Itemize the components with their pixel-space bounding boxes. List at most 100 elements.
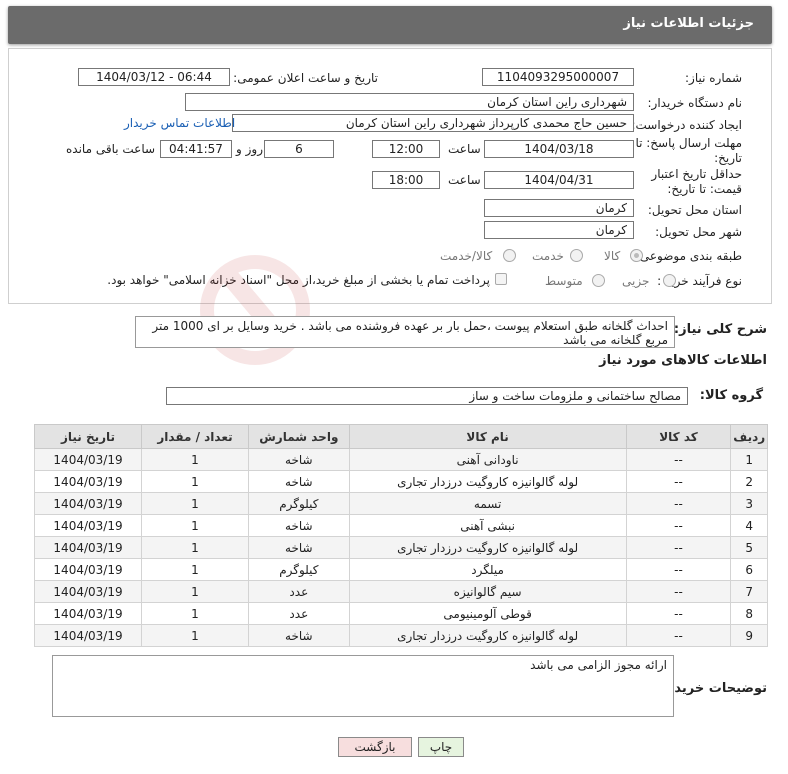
cell-unit: کیلوگرم: [247, 558, 350, 581]
deadline-date-field[interactable]: 1404/03/18: [484, 140, 634, 158]
cell-qty: 1: [141, 580, 249, 603]
deadline-time-label: ساعت: [448, 142, 481, 156]
description-textarea[interactable]: احداث گلخانه طبق استعلام پیوست ،حمل بار …: [135, 316, 675, 348]
cell-date: 1404/03/19: [33, 580, 143, 603]
cell-name: لوله گالوانیزه کاروگیت درزدار تجاری: [348, 470, 627, 493]
print-button[interactable]: چاپ: [418, 737, 464, 757]
province-field[interactable]: کرمان: [484, 199, 634, 217]
cell-index: 2: [730, 470, 768, 493]
page-header: جزئیات اطلاعات نیاز: [8, 6, 772, 44]
cell-unit: شاخه: [247, 514, 350, 537]
city-field[interactable]: کرمان: [484, 221, 634, 239]
category-service-radio[interactable]: [570, 249, 583, 262]
deadline-time-field[interactable]: 12:00: [372, 140, 440, 158]
category-both-label: کالا/خدمت: [440, 249, 493, 263]
cell-unit: شاخه: [247, 536, 350, 559]
cell-qty: 1: [141, 536, 249, 559]
cell-code: --: [625, 624, 732, 647]
cell-name: تسمه: [348, 492, 627, 515]
purchase-minor-label: جزیی: [622, 274, 650, 288]
cell-name: سیم گالوانیزه: [348, 580, 627, 603]
description-label: شرح کلی نیاز:: [673, 322, 767, 337]
need-number-label: شماره نیاز:: [685, 71, 742, 85]
cell-qty: 1: [141, 492, 249, 515]
table-row: 9 -- لوله گالوانیزه کاروگیت درزدار تجاری شا…: [33, 624, 768, 647]
cell-date: 1404/03/19: [33, 448, 143, 471]
cell-date: 1404/03/19: [33, 492, 143, 515]
cell-unit: شاخه: [247, 448, 350, 471]
col-header-index: ردیف: [730, 424, 768, 449]
col-header-date: تاریخ نیاز: [33, 424, 143, 449]
cell-index: 1: [730, 448, 768, 471]
cell-qty: 1: [141, 558, 249, 581]
announce-field[interactable]: 1404/03/12 - 06:44: [78, 68, 230, 86]
validity-time-field[interactable]: 18:00: [372, 171, 440, 189]
cell-code: --: [625, 602, 732, 625]
cell-code: --: [625, 448, 732, 471]
cell-index: 6: [730, 558, 768, 581]
days-field[interactable]: 6: [264, 140, 334, 158]
cell-qty: 1: [141, 470, 249, 493]
cell-date: 1404/03/19: [33, 470, 143, 493]
treasury-payment-note: پرداخت تمام یا بخشی از مبلغ خرید،از محل …: [107, 273, 490, 287]
back-button[interactable]: بازگشت: [338, 737, 412, 757]
cell-code: --: [625, 514, 732, 537]
creator-field[interactable]: حسین حاج محمدی کارپرداز شهرداری راین است…: [232, 114, 634, 132]
contact-buyer-link[interactable]: اطلاعات تماس خریدار: [124, 116, 235, 130]
table-row: 5 -- لوله گالوانیزه کاروگیت درزدار تجاری شا…: [33, 536, 768, 559]
buyer-org-field[interactable]: شهرداری راین استان کرمان: [185, 93, 634, 111]
category-label: طبقه بندی موضوعی:: [635, 249, 742, 263]
cell-date: 1404/03/19: [33, 558, 143, 581]
treasury-payment-checkbox[interactable]: [495, 273, 507, 285]
table-row: 4 -- نبشی آهنی شاخه 1 1404/03/19: [33, 514, 768, 537]
goods-table: ردیف کد کالا نام کالا واحد شمارش تعداد /…: [33, 424, 768, 647]
purchase-medium-label: متوسط: [545, 274, 583, 288]
need-number-field[interactable]: 1104093295000007: [482, 68, 634, 86]
cell-index: 4: [730, 514, 768, 537]
col-header-name: نام کالا: [348, 424, 627, 449]
cell-date: 1404/03/19: [33, 514, 143, 537]
remaining-time-field[interactable]: 04:41:57: [160, 140, 232, 158]
cell-code: --: [625, 580, 732, 603]
validity-label: حداقل تاریخ اعتبار قیمت: تا تاریخ:: [651, 167, 742, 196]
province-label: استان محل تحویل:: [647, 203, 742, 217]
days-label: روز و: [236, 142, 263, 156]
table-row: 8 -- قوطی آلومینیومی عدد 1 1404/03/19: [33, 602, 768, 625]
remaining-label: ساعت باقی مانده: [66, 142, 156, 156]
cell-name: میلگرد: [348, 558, 627, 581]
table-row: 2 -- لوله گالوانیزه کاروگیت درزدار تجاری شا…: [33, 470, 768, 493]
cell-name: ناودانی آهنی: [348, 448, 627, 471]
goods-group-field[interactable]: مصالح ساختمانی و ملزومات ساخت و ساز: [166, 387, 688, 405]
cell-index: 9: [730, 624, 768, 647]
cell-name: قوطی آلومینیومی: [348, 602, 627, 625]
category-service-label: خدمت: [532, 249, 564, 263]
cell-unit: عدد: [247, 602, 350, 625]
cell-index: 5: [730, 536, 768, 559]
category-goods-label: کالا: [604, 249, 621, 263]
category-goods-radio[interactable]: [630, 249, 643, 262]
table-row: 7 -- سیم گالوانیزه عدد 1 1404/03/19: [33, 580, 768, 603]
category-both-radio[interactable]: [503, 249, 516, 262]
col-header-qty: تعداد / مقدار: [141, 424, 249, 449]
validity-date-field[interactable]: 1404/04/31: [484, 171, 634, 189]
cell-qty: 1: [141, 448, 249, 471]
goods-table-header-row: ردیف کد کالا نام کالا واحد شمارش تعداد /…: [33, 424, 768, 449]
cell-index: 8: [730, 602, 768, 625]
goods-group-label: گروه کالا:: [699, 388, 763, 403]
cell-unit: شاخه: [247, 470, 350, 493]
cell-index: 7: [730, 580, 768, 603]
table-row: 3 -- تسمه کیلوگرم 1 1404/03/19: [33, 492, 768, 515]
cell-unit: شاخه: [247, 624, 350, 647]
cell-code: --: [625, 536, 732, 559]
cell-index: 3: [730, 492, 768, 515]
purchase-minor-radio[interactable]: [663, 274, 676, 287]
col-header-unit: واحد شمارش: [247, 424, 350, 449]
cell-name: لوله گالوانیزه کاروگیت درزدار تجاری: [348, 624, 627, 647]
purchase-medium-radio[interactable]: [592, 274, 605, 287]
cell-name: نبشی آهنی: [348, 514, 627, 537]
table-row: 1 -- ناودانی آهنی شاخه 1 1404/03/19: [33, 448, 768, 471]
buyer-notes-textarea[interactable]: ارائه مجوز الزامی می باشد: [52, 655, 674, 717]
cell-date: 1404/03/19: [33, 536, 143, 559]
cell-code: --: [625, 558, 732, 581]
cell-qty: 1: [141, 624, 249, 647]
